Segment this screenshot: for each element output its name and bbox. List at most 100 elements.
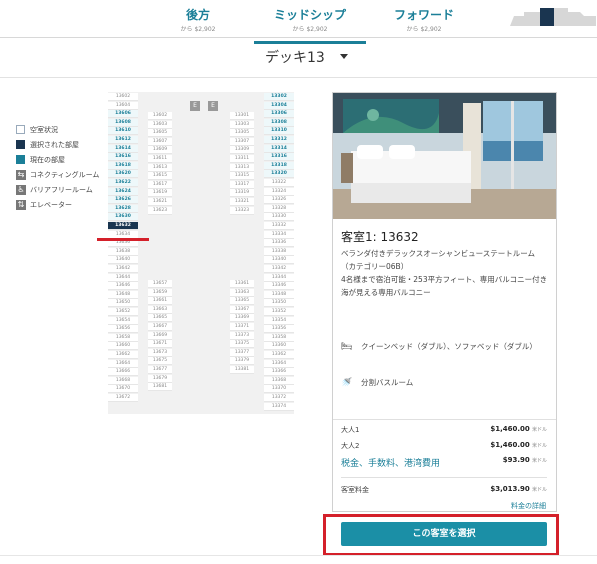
cabin[interactable]: 13365 (230, 297, 254, 306)
cabin[interactable]: 13602 (148, 112, 172, 120)
cabin[interactable]: 13330 (264, 213, 294, 222)
price-details-link[interactable]: 料金の詳細 (511, 501, 546, 511)
cabin[interactable]: 13314 (264, 144, 294, 153)
cabin[interactable]: 13656 (108, 325, 138, 334)
cabin[interactable]: 13620 (108, 170, 138, 179)
cabin[interactable]: 13302 (264, 93, 294, 101)
cabin[interactable]: 13313 (230, 163, 254, 172)
cabin[interactable]: 13677 (148, 366, 172, 374)
cabin[interactable]: 13673 (148, 348, 172, 357)
cabin[interactable]: 13373 (230, 331, 254, 340)
cabin[interactable]: 13304 (264, 101, 294, 110)
cabin[interactable]: 13368 (264, 376, 294, 385)
cabin[interactable]: 13609 (148, 146, 172, 155)
cabin[interactable]: 13616 (108, 153, 138, 162)
cabin-selected[interactable]: 13632 (108, 222, 138, 230)
cabin[interactable]: 13381 (230, 366, 254, 374)
cabin[interactable]: 13615 (148, 172, 172, 181)
cabin[interactable]: 13332 (264, 222, 294, 230)
cabin[interactable]: 13670 (108, 385, 138, 394)
cabin[interactable]: 13356 (264, 325, 294, 334)
cabin[interactable]: 13618 (108, 161, 138, 170)
cabin[interactable]: 13340 (264, 256, 294, 265)
cabin[interactable]: 13617 (148, 180, 172, 189)
cabin[interactable]: 13668 (108, 376, 138, 385)
cabin[interactable]: 13316 (264, 153, 294, 162)
cabin[interactable]: 13317 (230, 180, 254, 189)
cabin[interactable]: 13371 (230, 323, 254, 331)
cabin[interactable]: 13667 (148, 323, 172, 331)
cabin[interactable]: 13666 (108, 368, 138, 377)
cabin[interactable]: 13342 (264, 265, 294, 273)
cabin[interactable]: 13350 (264, 299, 294, 308)
cabin[interactable]: 13663 (148, 305, 172, 314)
cabin[interactable]: 13364 (264, 359, 294, 368)
cabin[interactable]: 13658 (108, 333, 138, 342)
tab-forward[interactable]: フォワード から $2,902 (392, 6, 456, 33)
cabin[interactable]: 13675 (148, 357, 172, 366)
cabin[interactable]: 13626 (108, 196, 138, 205)
cabin[interactable]: 13303 (230, 120, 254, 129)
cabin[interactable]: 13628 (108, 204, 138, 213)
cabin[interactable]: 13336 (264, 239, 294, 248)
cabin[interactable]: 13318 (264, 161, 294, 170)
cabin[interactable]: 13664 (108, 359, 138, 368)
cabin[interactable]: 13310 (264, 127, 294, 136)
cabin[interactable]: 13606 (108, 110, 138, 119)
cabin[interactable]: 13608 (108, 118, 138, 127)
cabin[interactable]: 13652 (108, 308, 138, 316)
cabin[interactable]: 13324 (264, 187, 294, 196)
cabin[interactable]: 13657 (148, 280, 172, 288)
cabin[interactable]: 13307 (230, 137, 254, 146)
cabin[interactable]: 13322 (264, 179, 294, 187)
cabin[interactable]: 13334 (264, 230, 294, 239)
cabin[interactable]: 13320 (264, 170, 294, 179)
cabin[interactable]: 13367 (230, 305, 254, 314)
cabin[interactable]: 13630 (108, 213, 138, 222)
cabin[interactable]: 13372 (264, 394, 294, 402)
cabin[interactable]: 13344 (264, 273, 294, 282)
cabin[interactable]: 13360 (264, 342, 294, 351)
cabin[interactable]: 13354 (264, 316, 294, 325)
cabin[interactable]: 13610 (108, 127, 138, 136)
cabin[interactable]: 13348 (264, 290, 294, 299)
cabin[interactable]: 13379 (230, 357, 254, 366)
cabin[interactable]: 13638 (108, 247, 138, 256)
cabin[interactable]: 13309 (230, 146, 254, 155)
cabin[interactable]: 13621 (148, 198, 172, 206)
cabin[interactable]: 13370 (264, 385, 294, 394)
cabin[interactable]: 13321 (230, 198, 254, 206)
cabin[interactable]: 13611 (148, 155, 172, 163)
cabin[interactable]: 13659 (148, 288, 172, 297)
cabin[interactable]: 13654 (108, 316, 138, 325)
cabin[interactable]: 13361 (230, 280, 254, 288)
cabin[interactable]: 13352 (264, 308, 294, 316)
cabin[interactable]: 13622 (108, 179, 138, 187)
cabin[interactable]: 13650 (108, 299, 138, 308)
cabin[interactable]: 13681 (148, 383, 172, 392)
cabin[interactable]: 13660 (108, 342, 138, 351)
chevron-down-icon[interactable] (340, 54, 348, 59)
cabin[interactable]: 13305 (230, 129, 254, 138)
cabin[interactable]: 13311 (230, 155, 254, 163)
cabin[interactable]: 13328 (264, 204, 294, 213)
cabin[interactable]: 13319 (230, 189, 254, 198)
cabin[interactable]: 13679 (148, 374, 172, 383)
cabin[interactable]: 13624 (108, 187, 138, 196)
cabin[interactable]: 13301 (230, 112, 254, 120)
cabin[interactable]: 13640 (108, 256, 138, 265)
cabin[interactable]: 13377 (230, 348, 254, 357)
tab-aft[interactable]: 後方 から $2,902 (178, 6, 218, 33)
cabin[interactable]: 13604 (108, 101, 138, 110)
cabin[interactable]: 13607 (148, 137, 172, 146)
cabin[interactable]: 13338 (264, 247, 294, 256)
cabin[interactable]: 13326 (264, 196, 294, 205)
cabin[interactable]: 13362 (264, 351, 294, 359)
cabin[interactable]: 13366 (264, 368, 294, 377)
select-cabin-button[interactable]: この客室を選択 (341, 522, 547, 546)
deck-selector[interactable]: デッキ13 (265, 47, 325, 67)
cabin[interactable]: 13672 (108, 394, 138, 402)
cabin[interactable]: 13614 (108, 144, 138, 153)
cabin[interactable]: 13671 (148, 340, 172, 349)
cabin[interactable]: 13665 (148, 314, 172, 323)
